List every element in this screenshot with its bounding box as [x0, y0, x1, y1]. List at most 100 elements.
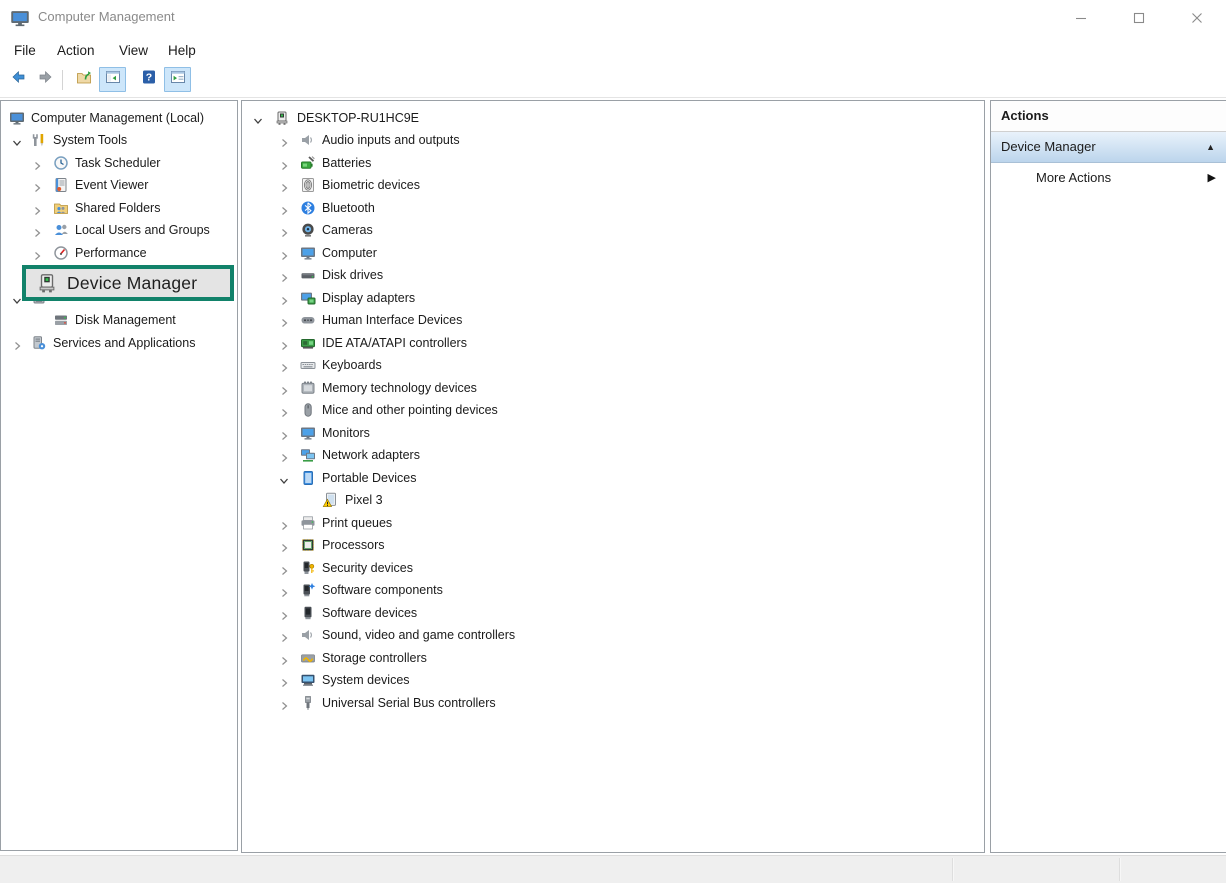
tree-item-monitors[interactable]: Monitors: [242, 422, 984, 444]
more-actions-item[interactable]: More Actions ▶: [991, 163, 1226, 193]
chevron-right-icon[interactable]: [278, 629, 290, 641]
actions-group-device-manager[interactable]: Device Manager ▲: [991, 132, 1226, 163]
printer-icon: [300, 515, 316, 531]
tree-item-memory-technology-devices[interactable]: Memory technology devices: [242, 377, 984, 399]
tree-item-storage-controllers[interactable]: Storage controllers: [242, 647, 984, 669]
chevron-down-icon[interactable]: [252, 112, 264, 124]
tree-item-display-adapters[interactable]: Display adapters: [242, 287, 984, 309]
chevron-right-icon[interactable]: [278, 449, 290, 461]
tree-item-task-scheduler[interactable]: Task Scheduler: [1, 152, 237, 174]
show-hide-action-pane-button[interactable]: [164, 67, 191, 92]
chevron-right-icon[interactable]: [31, 179, 43, 191]
menu-file[interactable]: File: [10, 41, 40, 60]
chevron-down-icon[interactable]: [11, 134, 23, 146]
chevron-right-icon[interactable]: [278, 607, 290, 619]
tree-item-disk-drives[interactable]: Disk drives: [242, 264, 984, 286]
network-adapter-icon: [300, 447, 316, 463]
submenu-arrow-icon: ▶: [1208, 163, 1216, 193]
chevron-right-icon[interactable]: [278, 292, 290, 304]
chevron-right-icon[interactable]: [278, 337, 290, 349]
tree-item-shared-folders[interactable]: Shared Folders: [1, 197, 237, 219]
tree-item-mice-and-other-pointing-devices[interactable]: Mice and other pointing devices: [242, 399, 984, 421]
tree-item-print-queues[interactable]: Print queues: [242, 512, 984, 534]
tree-item-label: Audio inputs and outputs: [322, 129, 460, 151]
tree-item-processors[interactable]: Processors: [242, 534, 984, 556]
tree-item-local-users-and-groups[interactable]: Local Users and Groups: [1, 219, 237, 241]
chevron-right-icon[interactable]: [278, 157, 290, 169]
chevron-right-icon[interactable]: [278, 179, 290, 191]
tree-item-performance[interactable]: Performance: [1, 242, 237, 264]
chevron-right-icon[interactable]: [278, 404, 290, 416]
tree-item-human-interface-devices[interactable]: Human Interface Devices: [242, 309, 984, 331]
tree-item-keyboards[interactable]: Keyboards: [242, 354, 984, 376]
usb-icon: [300, 695, 316, 711]
chevron-right-icon[interactable]: [278, 247, 290, 259]
tree-item-batteries[interactable]: Batteries: [242, 152, 984, 174]
action-pane-icon: [170, 69, 186, 90]
chevron-right-icon[interactable]: [278, 134, 290, 146]
console-tree-icon: [105, 69, 121, 90]
tree-item-biometric-devices[interactable]: Biometric devices: [242, 174, 984, 196]
tree-item-audio-inputs-and-outputs[interactable]: Audio inputs and outputs: [242, 129, 984, 151]
chevron-right-icon[interactable]: [278, 269, 290, 281]
tree-item-ide-ata-atapi-controllers[interactable]: IDE ATA/ATAPI controllers: [242, 332, 984, 354]
close-button[interactable]: [1174, 0, 1220, 36]
tree-item-software-components[interactable]: Software components: [242, 579, 984, 601]
chevron-right-icon[interactable]: [31, 247, 43, 259]
tree-item-universal-serial-bus-controllers[interactable]: Universal Serial Bus controllers: [242, 692, 984, 714]
tree-item-bluetooth[interactable]: Bluetooth: [242, 197, 984, 219]
help-button[interactable]: ?: [135, 67, 162, 92]
chevron-right-icon[interactable]: [278, 359, 290, 371]
tree-item-cameras[interactable]: Cameras: [242, 219, 984, 241]
tree-item-device-manager[interactable]: Device Manager: [67, 273, 197, 294]
tree-item-network-adapters[interactable]: Network adapters: [242, 444, 984, 466]
tree-item-pixel-3[interactable]: Pixel 3: [242, 489, 984, 511]
chevron-right-icon[interactable]: [278, 314, 290, 326]
keyboard-icon: [300, 357, 316, 373]
chevron-right-icon[interactable]: [31, 202, 43, 214]
tree-item-label: Keyboards: [322, 354, 382, 376]
chevron-down-icon[interactable]: [278, 472, 290, 484]
tree-item-security-devices[interactable]: Security devices: [242, 557, 984, 579]
tree-item-disk-management[interactable]: Disk Management: [1, 309, 237, 331]
maximize-button[interactable]: [1116, 0, 1162, 36]
tree-item-sound-video-and-game-controllers[interactable]: Sound, video and game controllers: [242, 624, 984, 646]
chevron-right-icon[interactable]: [11, 337, 23, 349]
menu-help[interactable]: Help: [164, 41, 200, 60]
chevron-right-icon[interactable]: [278, 674, 290, 686]
chevron-right-icon[interactable]: [31, 157, 43, 169]
tree-item-desktop-ru1hc9e[interactable]: DESKTOP-RU1HC9E: [242, 107, 984, 129]
chevron-right-icon[interactable]: [278, 224, 290, 236]
tree-item-system-devices[interactable]: System devices: [242, 669, 984, 691]
tree-item-event-viewer[interactable]: Event Viewer: [1, 174, 237, 196]
task-scheduler-icon: [53, 155, 69, 171]
speaker-icon: [300, 132, 316, 148]
forward-button[interactable]: [32, 67, 59, 92]
chevron-right-icon[interactable]: [278, 427, 290, 439]
menu-view[interactable]: View: [115, 41, 152, 60]
chevron-right-icon[interactable]: [31, 224, 43, 236]
chevron-right-icon[interactable]: [278, 584, 290, 596]
chevron-right-icon[interactable]: [278, 382, 290, 394]
computer-management-icon: [9, 110, 25, 126]
menu-action[interactable]: Action: [53, 41, 99, 60]
tree-item-computer[interactable]: Computer: [242, 242, 984, 264]
tree-item-system-tools[interactable]: System Tools: [1, 129, 237, 151]
tree-item-services-and-applications[interactable]: Services and Applications: [1, 332, 237, 354]
chevron-right-icon[interactable]: [278, 539, 290, 551]
minimize-button[interactable]: [1058, 0, 1104, 36]
collapse-arrow-icon[interactable]: ▲: [1206, 132, 1215, 162]
chevron-right-icon[interactable]: [278, 517, 290, 529]
tree-item-software-devices[interactable]: Software devices: [242, 602, 984, 624]
tree-item-portable-devices[interactable]: Portable Devices: [242, 467, 984, 489]
show-hide-console-tree-button[interactable]: [99, 67, 126, 92]
chevron-right-icon[interactable]: [278, 202, 290, 214]
actions-pane: Actions Device Manager ▲ More Actions ▶: [990, 100, 1226, 853]
chevron-right-icon[interactable]: [278, 697, 290, 709]
chevron-right-icon[interactable]: [278, 562, 290, 574]
up-level-button[interactable]: [70, 67, 97, 92]
chevron-right-icon[interactable]: [278, 652, 290, 664]
device-manager-icon: [36, 272, 58, 294]
tree-item-computer-management-local[interactable]: Computer Management (Local): [1, 107, 237, 129]
back-button[interactable]: [4, 67, 31, 92]
